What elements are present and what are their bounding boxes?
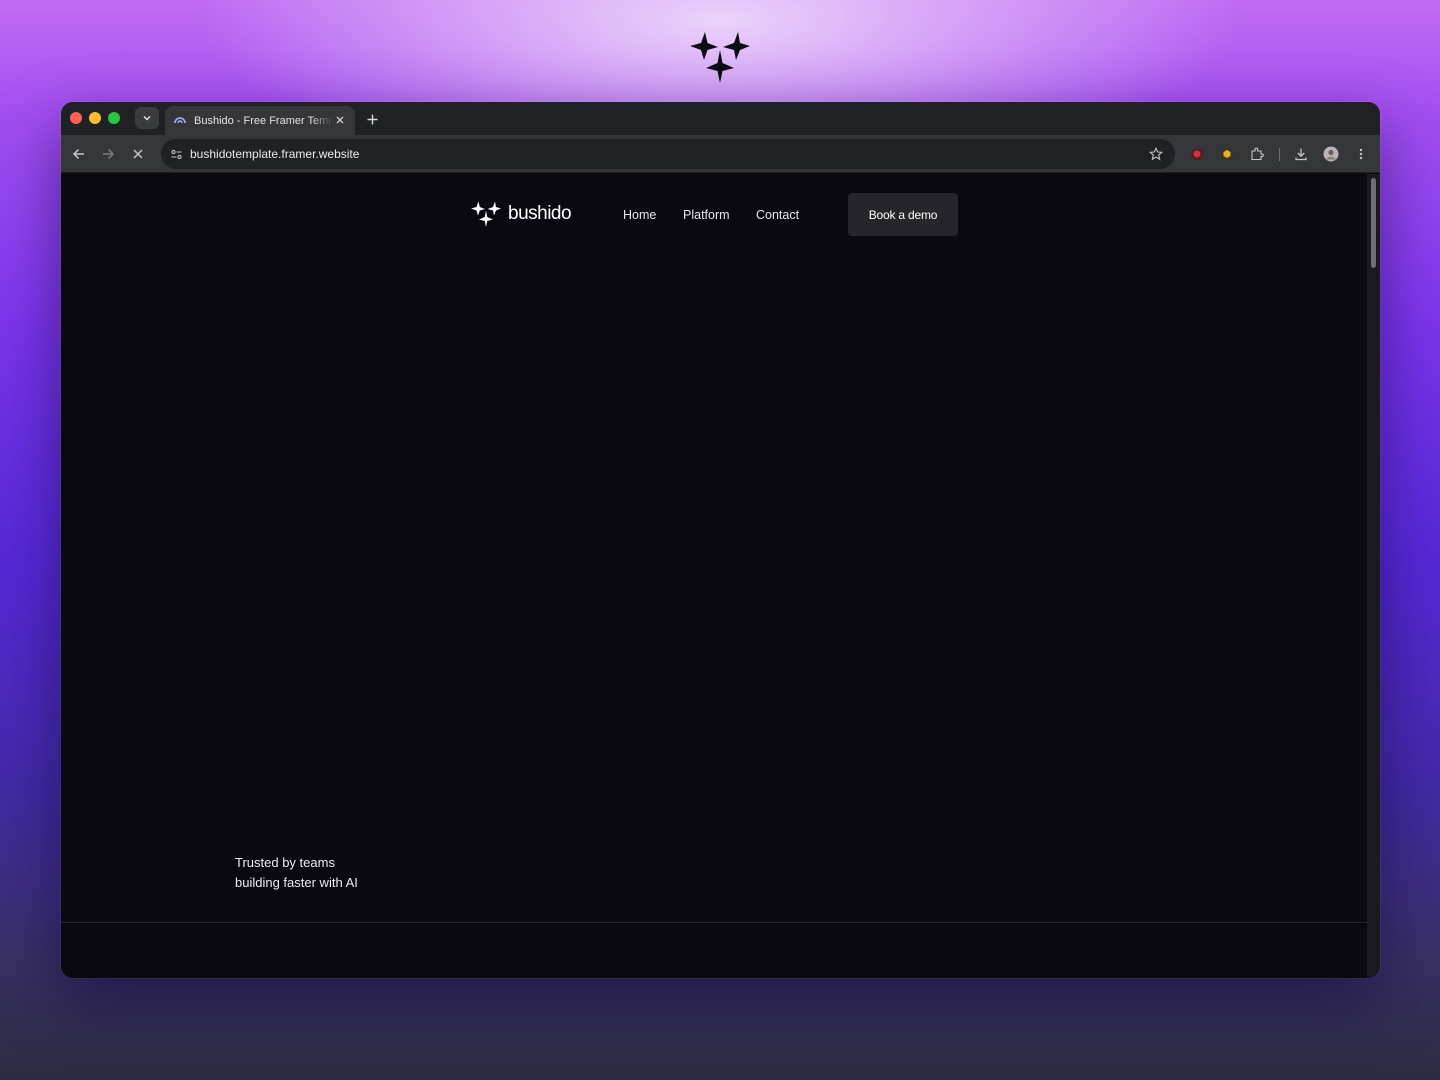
bookmark-button[interactable]: [1147, 145, 1165, 163]
trusted-line-2: building faster with AI: [235, 875, 358, 890]
profile-button[interactable]: [1322, 145, 1340, 163]
brand-name: bushido: [508, 203, 572, 224]
site-navigation: bushido Home Platform Contact Book a dem…: [61, 174, 1367, 254]
tab-search-button[interactable]: [135, 107, 159, 129]
section-divider: [61, 922, 1367, 923]
profile-avatar-icon: [1323, 146, 1339, 162]
page-scrollbar[interactable]: [1367, 174, 1380, 978]
address-bar[interactable]: bushidotemplate.framer.website: [161, 139, 1175, 169]
browser-toolbar: bushidotemplate.framer.website: [61, 135, 1380, 173]
brand-logo-link[interactable]: bushido: [470, 200, 572, 228]
nav-link-contact[interactable]: Contact: [756, 208, 799, 222]
plus-icon: [367, 114, 377, 124]
forward-arrow-icon: [103, 148, 115, 160]
bookmark-star-icon: [1149, 147, 1163, 161]
minimize-window-button[interactable]: [89, 112, 101, 124]
red-extension-icon: [1191, 148, 1203, 160]
puzzle-extensions-icon: [1251, 147, 1264, 161]
bushido-star-logo-icon: [471, 201, 501, 227]
back-arrow-icon: [72, 148, 84, 160]
trusted-by-text: Trusted by teams building faster with AI: [235, 853, 435, 893]
toolbar-separator: [1279, 148, 1280, 161]
more-menu-icon: [1359, 148, 1363, 160]
yellow-extension-icon: [1221, 148, 1233, 160]
browser-tab[interactable]: Bushido - Free Framer Template: [165, 106, 355, 135]
nav-link-home[interactable]: Home: [623, 208, 656, 222]
forward-button[interactable]: [98, 144, 118, 164]
bushido-backdrop-logo-icon: [690, 32, 750, 83]
book-demo-button[interactable]: Book a demo: [848, 193, 958, 236]
extensions-button[interactable]: [1248, 145, 1266, 163]
fullscreen-window-button[interactable]: [108, 112, 120, 124]
new-tab-button[interactable]: [363, 110, 381, 128]
scrollbar-thumb[interactable]: [1371, 178, 1376, 268]
nav-link-platform[interactable]: Platform: [683, 208, 730, 222]
url-text: bushidotemplate.framer.website: [190, 147, 360, 161]
close-window-button[interactable]: [70, 112, 82, 124]
red-extension-button[interactable]: [1188, 145, 1206, 163]
stop-loading-button[interactable]: [128, 144, 148, 164]
yellow-extension-button[interactable]: [1218, 145, 1236, 163]
tab-strip: Bushido - Free Framer Template: [61, 102, 1380, 135]
downloads-button[interactable]: [1292, 145, 1310, 163]
browser-window: Bushido - Free Framer Template: [61, 102, 1380, 978]
more-menu-button[interactable]: [1352, 145, 1370, 163]
page-viewport: bushido Home Platform Contact Book a dem…: [61, 174, 1367, 978]
back-button[interactable]: [69, 144, 89, 164]
tab-title: Bushido - Free Framer Template: [194, 114, 332, 127]
site-info-button[interactable]: [167, 145, 185, 163]
tab-close-icon[interactable]: [333, 113, 347, 127]
stop-loading-icon: [133, 149, 143, 159]
trusted-line-1: Trusted by teams: [235, 855, 335, 870]
chevron-down-icon: [143, 115, 151, 121]
site-info-icon: [170, 149, 182, 159]
download-icon: [1295, 148, 1307, 161]
framer-icon: [174, 116, 186, 123]
